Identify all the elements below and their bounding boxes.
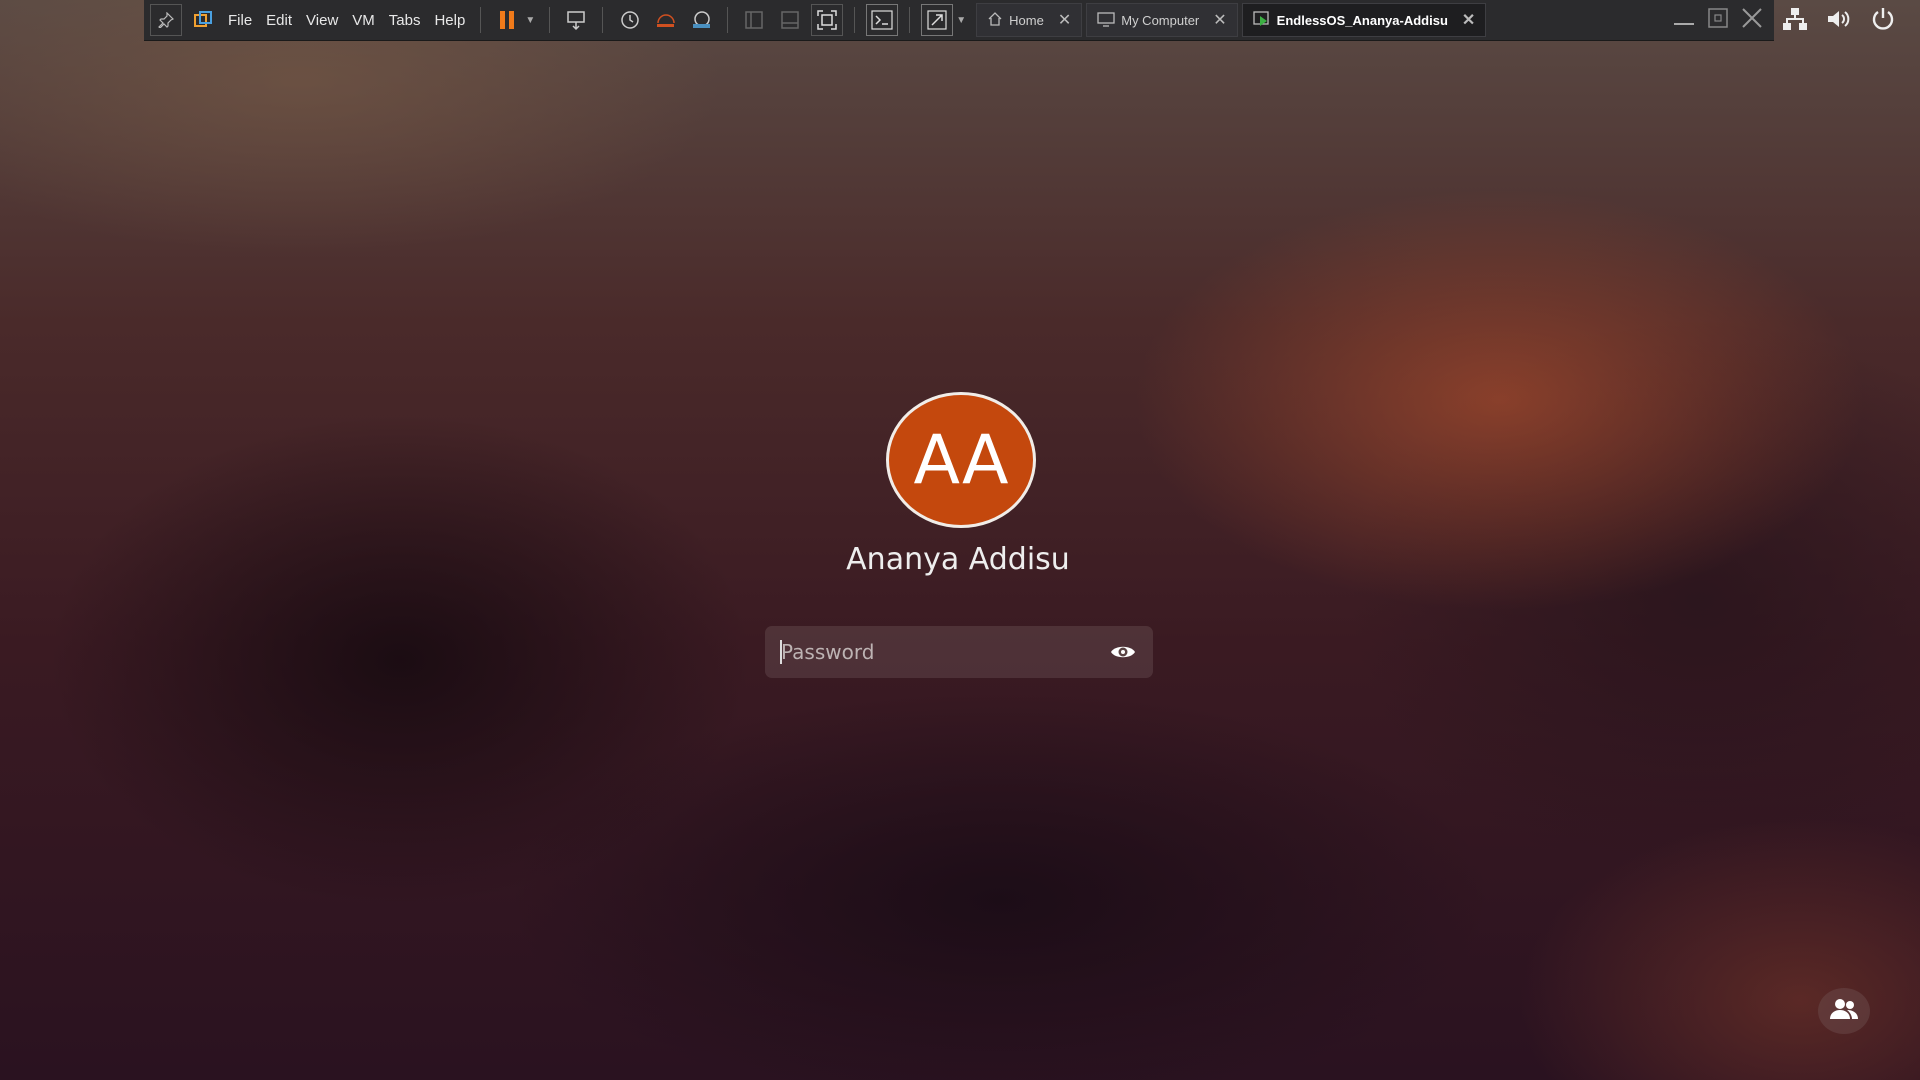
- close-icon[interactable]: ✕: [1213, 10, 1226, 30]
- console-icon[interactable]: [866, 4, 899, 36]
- text-caret: [780, 640, 782, 664]
- password-input[interactable]: [765, 625, 1105, 679]
- vmware-logo-icon[interactable]: [188, 5, 218, 35]
- snapshot-manager-icon[interactable]: [686, 5, 716, 35]
- tab-label: My Computer: [1121, 12, 1200, 28]
- network-icon[interactable]: [1782, 7, 1808, 35]
- revert-snapshot-icon[interactable]: [650, 5, 680, 35]
- separator: [602, 7, 604, 33]
- power-dropdown-icon[interactable]: ▼: [525, 15, 535, 26]
- show-password-icon[interactable]: [1105, 634, 1141, 670]
- close-icon[interactable]: ✕: [1462, 10, 1475, 30]
- pause-icon[interactable]: [492, 5, 522, 35]
- vm-running-icon: [1253, 10, 1271, 30]
- separator: [480, 7, 482, 33]
- menu-vm[interactable]: VM: [345, 12, 382, 29]
- snapshot-icon[interactable]: [614, 5, 644, 35]
- window-controls: [1672, 6, 1774, 34]
- stretch-guest-icon[interactable]: [921, 4, 954, 36]
- system-tray: [1782, 6, 1896, 36]
- menu-file[interactable]: File: [221, 12, 259, 29]
- send-ctrl-alt-del-icon[interactable]: [561, 5, 591, 35]
- close-icon[interactable]: ✕: [1058, 10, 1071, 30]
- thumbnail-bar-icon[interactable]: [775, 5, 805, 35]
- tab-my-computer[interactable]: My Computer ✕: [1086, 3, 1238, 37]
- tab-home[interactable]: Home ✕: [976, 3, 1083, 37]
- avatar-initials: AA: [913, 420, 1009, 500]
- volume-icon[interactable]: [1826, 7, 1852, 35]
- stretch-dropdown-icon[interactable]: ▼: [956, 15, 966, 26]
- tab-label: Home: [1009, 12, 1044, 28]
- tab-endlessos[interactable]: EndlessOS_Ananya-Addisu ✕: [1241, 3, 1487, 37]
- menu-edit[interactable]: Edit: [259, 12, 299, 29]
- separator: [854, 7, 856, 33]
- password-field-container: [765, 625, 1153, 679]
- monitor-icon: [1097, 11, 1115, 30]
- close-window-icon[interactable]: [1740, 6, 1764, 34]
- vmware-toolbar: File Edit View VM Tabs Help ▼ ▼ Home ✕ M…: [144, 0, 1774, 41]
- separator: [549, 7, 551, 33]
- menu-view[interactable]: View: [299, 12, 345, 29]
- menu-help[interactable]: Help: [427, 12, 472, 29]
- power-icon[interactable]: [1870, 6, 1896, 36]
- tab-label: EndlessOS_Ananya-Addisu: [1276, 12, 1448, 28]
- menu-tabs[interactable]: Tabs: [382, 12, 428, 29]
- user-avatar[interactable]: AA: [886, 392, 1036, 528]
- switch-user-button[interactable]: [1818, 988, 1870, 1034]
- full-screen-icon[interactable]: [811, 4, 844, 36]
- minimize-icon[interactable]: [1672, 8, 1696, 32]
- separator: [727, 7, 729, 33]
- username-label: Ananya Addisu: [846, 542, 1070, 577]
- pin-icon[interactable]: [150, 4, 182, 36]
- show-library-icon[interactable]: [739, 5, 769, 35]
- restore-icon[interactable]: [1706, 7, 1730, 33]
- separator: [909, 7, 911, 33]
- home-icon: [987, 11, 1003, 30]
- users-icon: [1830, 997, 1858, 1025]
